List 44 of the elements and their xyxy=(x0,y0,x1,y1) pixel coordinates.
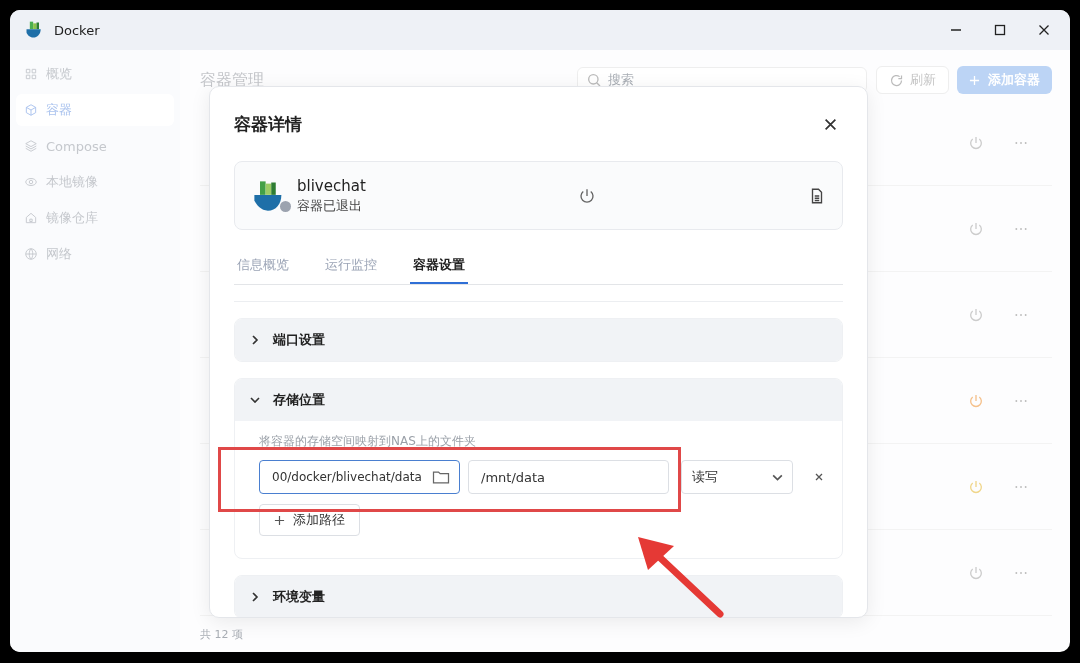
sidebar-item[interactable]: 容器 xyxy=(16,94,174,126)
plus-icon xyxy=(969,74,980,86)
tab[interactable]: 容器设置 xyxy=(410,252,468,284)
remove-icon[interactable] xyxy=(813,471,825,483)
section-header[interactable]: 端口设置 xyxy=(235,319,842,361)
sidebar-icon xyxy=(24,67,38,81)
more-icon[interactable] xyxy=(1014,312,1028,317)
more-icon[interactable] xyxy=(1014,226,1028,231)
chevron-icon xyxy=(249,394,261,406)
plus-icon xyxy=(274,514,285,526)
sidebar-icon xyxy=(24,103,38,117)
section-header[interactable]: 存储位置 xyxy=(235,379,842,421)
add-container-button[interactable]: 添加容器 xyxy=(957,66,1052,94)
more-icon[interactable] xyxy=(1014,484,1028,489)
tab[interactable]: 运行监控 xyxy=(322,252,380,284)
window-title: Docker xyxy=(54,22,100,38)
sidebar-icon xyxy=(24,211,38,225)
container-status: 容器已退出 xyxy=(297,196,362,215)
section-description: 将容器的存储空间映射到NAS上的文件夹 xyxy=(259,433,476,450)
sidebar-icon xyxy=(24,139,38,153)
add-path-button[interactable]: 添加路径 xyxy=(259,504,360,536)
more-icon[interactable] xyxy=(1014,140,1028,145)
chevron-icon xyxy=(249,334,261,346)
more-icon[interactable] xyxy=(1014,570,1028,575)
page-title: 容器管理 xyxy=(200,69,264,91)
mode-select[interactable]: 读写 xyxy=(681,460,793,494)
app-logo-icon xyxy=(24,20,44,40)
container-name: blivechat xyxy=(297,176,366,195)
container-path-field[interactable]: /mnt/data xyxy=(468,460,669,494)
item-count: 共 12 项 xyxy=(200,627,244,642)
close-icon[interactable] xyxy=(1038,24,1050,36)
more-icon[interactable] xyxy=(1014,398,1028,403)
search-icon xyxy=(586,72,602,88)
host-path-field[interactable]: 00/docker/blivechat/data xyxy=(259,460,460,494)
maximize-icon[interactable] xyxy=(994,24,1006,36)
tab[interactable]: 信息概览 xyxy=(234,252,292,284)
sidebar-icon xyxy=(24,175,38,189)
dialog-title: 容器详情 xyxy=(234,112,302,136)
refresh-icon xyxy=(889,72,904,88)
close-icon[interactable] xyxy=(824,117,837,131)
section-header[interactable]: 环境变量 xyxy=(235,576,842,617)
chevron-icon xyxy=(249,591,261,603)
power-icon[interactable] xyxy=(577,186,596,205)
sidebar-icon xyxy=(24,247,38,261)
